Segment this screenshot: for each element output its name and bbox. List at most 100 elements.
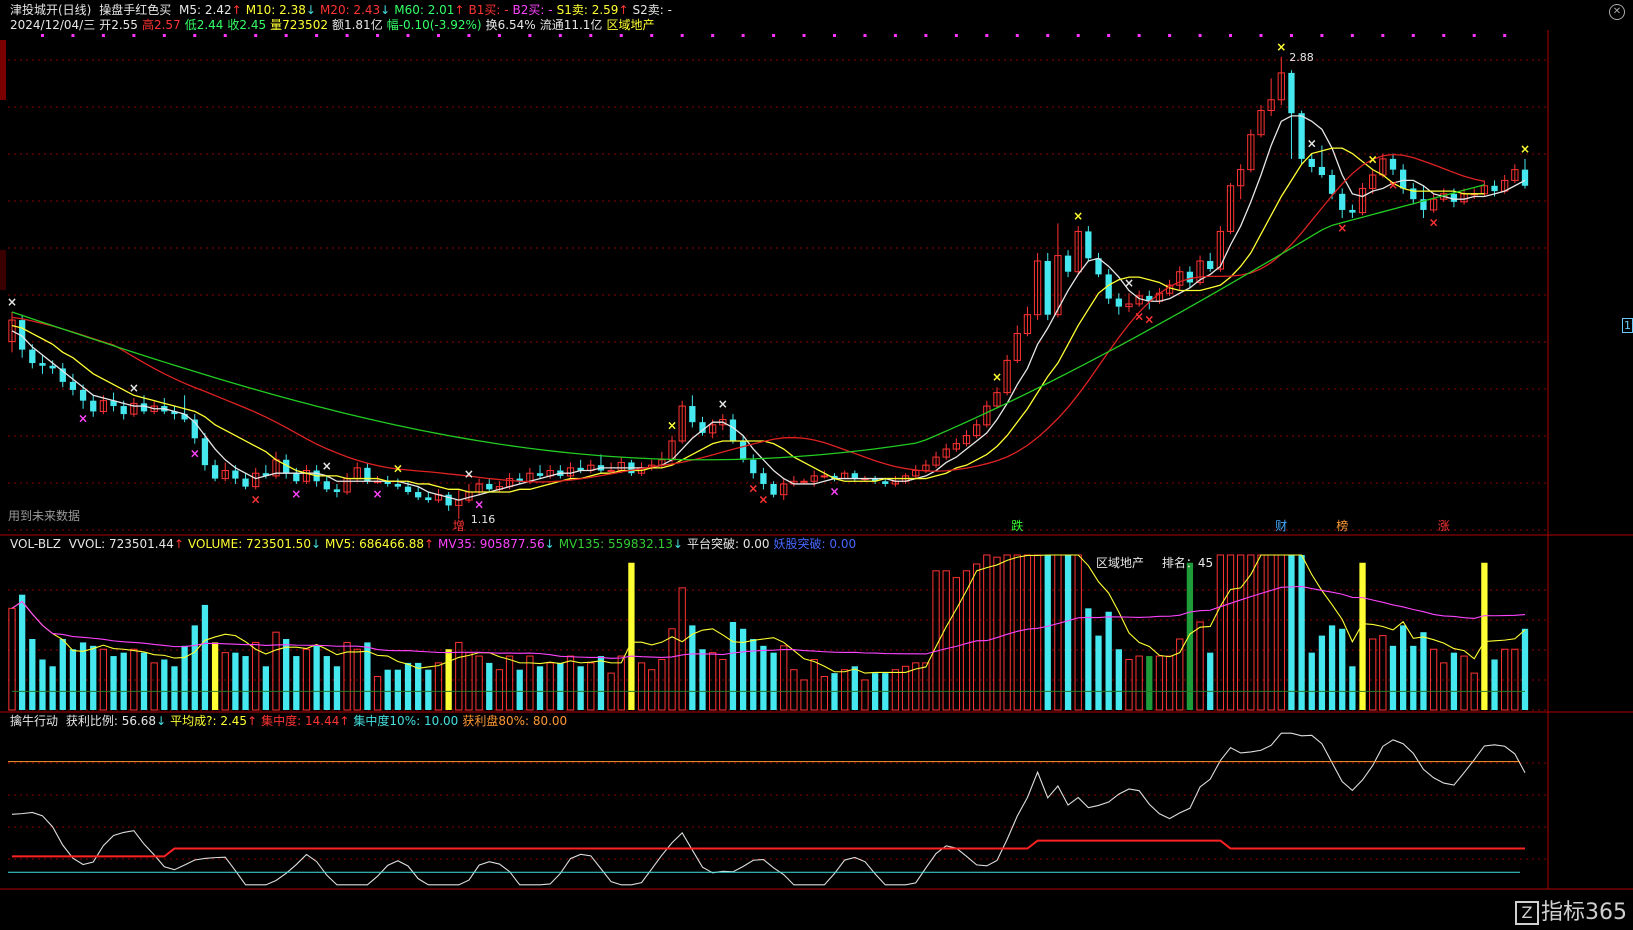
- signal-cross-icon: ×: [1307, 137, 1317, 151]
- volume-bar: [232, 652, 239, 710]
- vol-label-1: VOLUME: 723501.50: [187, 537, 311, 551]
- volume-bar: [495, 669, 504, 711]
- side-tab-active[interactable]: [0, 40, 6, 100]
- volume-bar: [262, 666, 270, 710]
- top-signal-dot: [162, 34, 166, 37]
- volume-bar: [1339, 628, 1346, 710]
- volume-bar: [1298, 555, 1305, 710]
- signal-cross-icon: ×: [474, 498, 484, 512]
- top-signal-dot: [40, 34, 44, 37]
- info-turnover: 换6.54%: [485, 18, 536, 32]
- volume-bar: [800, 679, 808, 711]
- signal-cross-icon: ×: [992, 370, 1002, 384]
- signal-cross-icon: ×: [1520, 142, 1530, 156]
- ma-label-arrow-1: ↓: [305, 3, 316, 17]
- volume-bar: [983, 554, 991, 711]
- candle-body-down: [333, 489, 341, 493]
- panel3-name[interactable]: 擒牛行动: [10, 714, 58, 728]
- candle-body-down: [201, 438, 209, 466]
- vol-label-arrow-4: ↓: [672, 537, 683, 551]
- rank-label: 排名：45: [1161, 556, 1214, 570]
- signal-cross-icon: ×: [1134, 310, 1144, 324]
- top-signal-dot: [497, 34, 501, 37]
- volume-bar: [1044, 555, 1051, 710]
- ma-label-arrow-0: ↑: [231, 3, 242, 17]
- volume-bar: [557, 662, 564, 710]
- top-signal-dot: [315, 34, 319, 37]
- volume-bar: [719, 658, 727, 711]
- top-signal-dot: [1259, 34, 1263, 37]
- volume-bar: [293, 656, 300, 710]
- top-signal-dot: [376, 34, 380, 37]
- logo-mark-icon: Z: [1515, 901, 1539, 925]
- top-signal-dot: [1503, 34, 1507, 37]
- vol-label-arrow-3: ↓: [544, 537, 555, 551]
- volume-bar: [546, 662, 554, 711]
- top-signal-dot: [528, 34, 532, 37]
- signal-cross-icon: ×: [1429, 216, 1439, 230]
- volume-bar: [373, 676, 382, 711]
- panel2-name[interactable]: VOL-BLZ: [10, 537, 61, 551]
- volume-bar: [1359, 562, 1366, 710]
- candle-body-down: [770, 483, 777, 495]
- candle-body-up: [607, 470, 615, 473]
- top-signal-dot: [1320, 34, 1324, 37]
- signal-cross-icon: ×: [1276, 40, 1286, 54]
- volume-bar: [810, 658, 818, 711]
- indicator-name[interactable]: 操盘手红色买: [99, 3, 171, 17]
- volume-bar: [475, 655, 483, 711]
- mv35-line: [11, 585, 1526, 659]
- candle-body-down: [1085, 231, 1092, 259]
- signal-cross-icon: ×: [190, 447, 200, 461]
- event-label: 财: [1275, 519, 1287, 533]
- signal-cross-icon: ×: [758, 492, 768, 506]
- volume-bar: [729, 621, 737, 710]
- volume-bar: [739, 628, 747, 710]
- volume-bar: [841, 669, 849, 711]
- profit-ratio-line: [11, 732, 1526, 886]
- volume-bar: [1115, 649, 1122, 710]
- ma10-line: [11, 147, 1485, 493]
- volume-bar: [668, 628, 676, 711]
- close-icon[interactable]: ✕: [1609, 4, 1625, 20]
- volume-bar: [39, 659, 46, 710]
- volume-bar: [891, 669, 900, 711]
- stock-title[interactable]: 津投城开(日线): [10, 3, 91, 17]
- vol-label-5: 平台突破: 0.00: [686, 537, 770, 551]
- top-signal-dot: [284, 34, 288, 37]
- candle-body-down: [293, 473, 300, 482]
- volume-bar: [486, 662, 493, 710]
- candle-body-down: [69, 381, 77, 390]
- info-float: 流通11.1亿: [539, 18, 603, 32]
- volume-bar: [283, 639, 290, 710]
- top-signal-dot: [985, 34, 989, 37]
- signal-cross-icon: ×: [251, 492, 261, 506]
- top-signal-dot: [1015, 34, 1019, 37]
- ma60-line: [11, 184, 1485, 461]
- info-low: 低2.44: [184, 18, 224, 32]
- volume-bar: [617, 655, 625, 711]
- top-signal-dot: [863, 34, 867, 37]
- candle-body-down: [1186, 271, 1194, 283]
- volume-bar: [628, 562, 635, 710]
- volume-bar: [49, 666, 56, 710]
- top-signal-dot: [1168, 34, 1172, 37]
- volume-bar: [29, 639, 36, 710]
- ma-label-2: M20: 2.43: [319, 3, 381, 17]
- ma-label-3: M60: 2.01: [394, 3, 455, 17]
- info-sector[interactable]: 区域地产: [606, 18, 654, 32]
- ma-label-arrow-6: ↑: [618, 3, 629, 17]
- side-tab[interactable]: [0, 250, 6, 290]
- volume-bar: [526, 655, 534, 711]
- logo-text: 指标365: [1541, 900, 1627, 925]
- event-label: 跌: [1011, 518, 1023, 533]
- candle-body-down: [79, 389, 87, 401]
- volume-bar: [1105, 611, 1112, 710]
- ma-label-5: B2买: -: [512, 3, 553, 17]
- volume-bar: [699, 649, 706, 710]
- volume-bar: [658, 658, 666, 711]
- top-signal-dot: [406, 34, 410, 37]
- candle-body-down: [486, 483, 493, 490]
- top-signal-dot: [619, 34, 623, 37]
- volume-bar: [1257, 554, 1265, 711]
